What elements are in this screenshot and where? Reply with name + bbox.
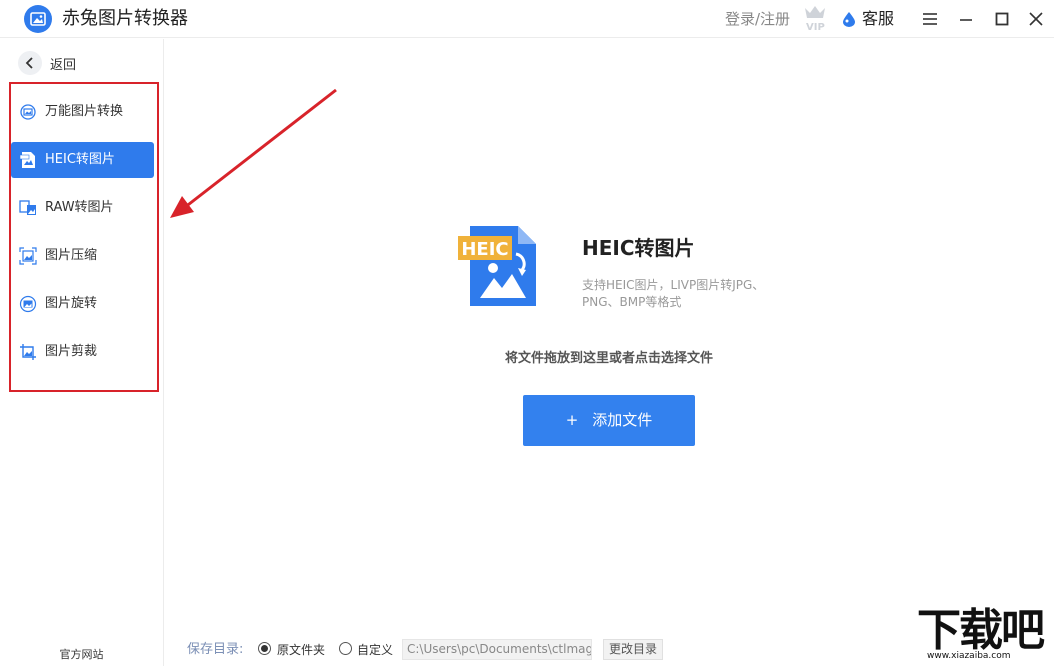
watermark-logo: 下载吧 www.xiazaiba.com	[917, 606, 1051, 664]
annotation-arrow-icon	[170, 88, 337, 218]
close-icon[interactable]	[1025, 8, 1047, 30]
save-directory-label: 保存目录:	[187, 642, 244, 657]
sidebar-item-label: RAW转图片	[45, 200, 114, 215]
vip-crown-icon[interactable]: VIP	[802, 4, 828, 33]
maximize-icon[interactable]	[991, 8, 1013, 30]
feature-description: 支持HEIC图片，LIVP图片转JPG、PNG、BMP等格式	[582, 278, 765, 309]
sidebar-item-raw[interactable]: RAW转图片	[11, 190, 154, 226]
app-logo-icon	[24, 5, 52, 33]
menu-icon[interactable]	[919, 8, 941, 30]
sidebar-item-label: 图片压缩	[45, 248, 98, 263]
support-drop-icon[interactable]	[842, 11, 856, 27]
login-register-link[interactable]: 登录/注册	[725, 9, 790, 29]
svg-text:VIP: VIP	[806, 22, 825, 32]
raw-icon	[19, 199, 37, 217]
plus-icon: +	[565, 411, 579, 429]
radio-original-folder[interactable]	[258, 642, 271, 655]
convert-icon	[19, 103, 37, 121]
compress-icon	[19, 247, 37, 265]
sidebar-item-label: 图片剪裁	[45, 344, 98, 359]
crop-icon	[19, 343, 37, 361]
sidebar-item-crop[interactable]: 图片剪裁	[11, 334, 154, 370]
minimize-icon[interactable]	[955, 8, 977, 30]
sidebar-item-rotate[interactable]: 图片旋转	[11, 286, 154, 322]
radio-custom-folder-label[interactable]: 自定义	[357, 641, 393, 658]
sidebar-item-label: 万能图片转换	[45, 104, 124, 119]
sidebar-item-label: HEIC转图片	[45, 152, 115, 167]
sidebar-item-label: 图片旋转	[45, 296, 98, 311]
back-arrow-icon	[18, 51, 42, 75]
heic-icon	[19, 151, 37, 169]
official-site-link[interactable]: 官方网站	[0, 646, 163, 662]
change-directory-button[interactable]: 更改目录	[603, 639, 663, 660]
heic-badge-text: HEIC	[461, 239, 508, 260]
support-button[interactable]: 客服	[862, 9, 894, 29]
app-title: 赤兔图片转换器	[62, 8, 188, 29]
sidebar-item-compress[interactable]: 图片压缩	[11, 238, 154, 274]
sidebar-item-universal-convert[interactable]: 万能图片转换	[11, 94, 154, 130]
add-file-button[interactable]: + 添加文件	[523, 395, 695, 446]
radio-original-folder-label[interactable]: 原文件夹	[277, 641, 325, 658]
sidebar: 返回 万能图片转换 HEIC转图片 RAW转图片 图片压缩 图片旋转 图片剪裁 …	[0, 39, 164, 666]
back-label: 返回	[50, 58, 77, 73]
feature-title: HEIC转图片	[582, 236, 695, 260]
rotate-icon	[19, 295, 37, 313]
add-file-label: 添加文件	[592, 411, 653, 429]
sidebar-item-heic[interactable]: HEIC转图片	[11, 142, 154, 178]
save-path-field[interactable]: C:\Users\pc\Documents\ctlmag	[402, 639, 592, 660]
watermark-url: www.xiazaiba.com	[927, 651, 1011, 661]
watermark-text: 下载吧	[917, 605, 1045, 656]
heic-file-icon: HEIC	[458, 226, 540, 308]
radio-custom-folder[interactable]	[339, 642, 352, 655]
title-bar: 赤兔图片转换器 登录/注册 VIP 客服	[0, 0, 1054, 38]
drop-zone-hint[interactable]: 将文件拖放到这里或者点击选择文件	[400, 347, 818, 366]
